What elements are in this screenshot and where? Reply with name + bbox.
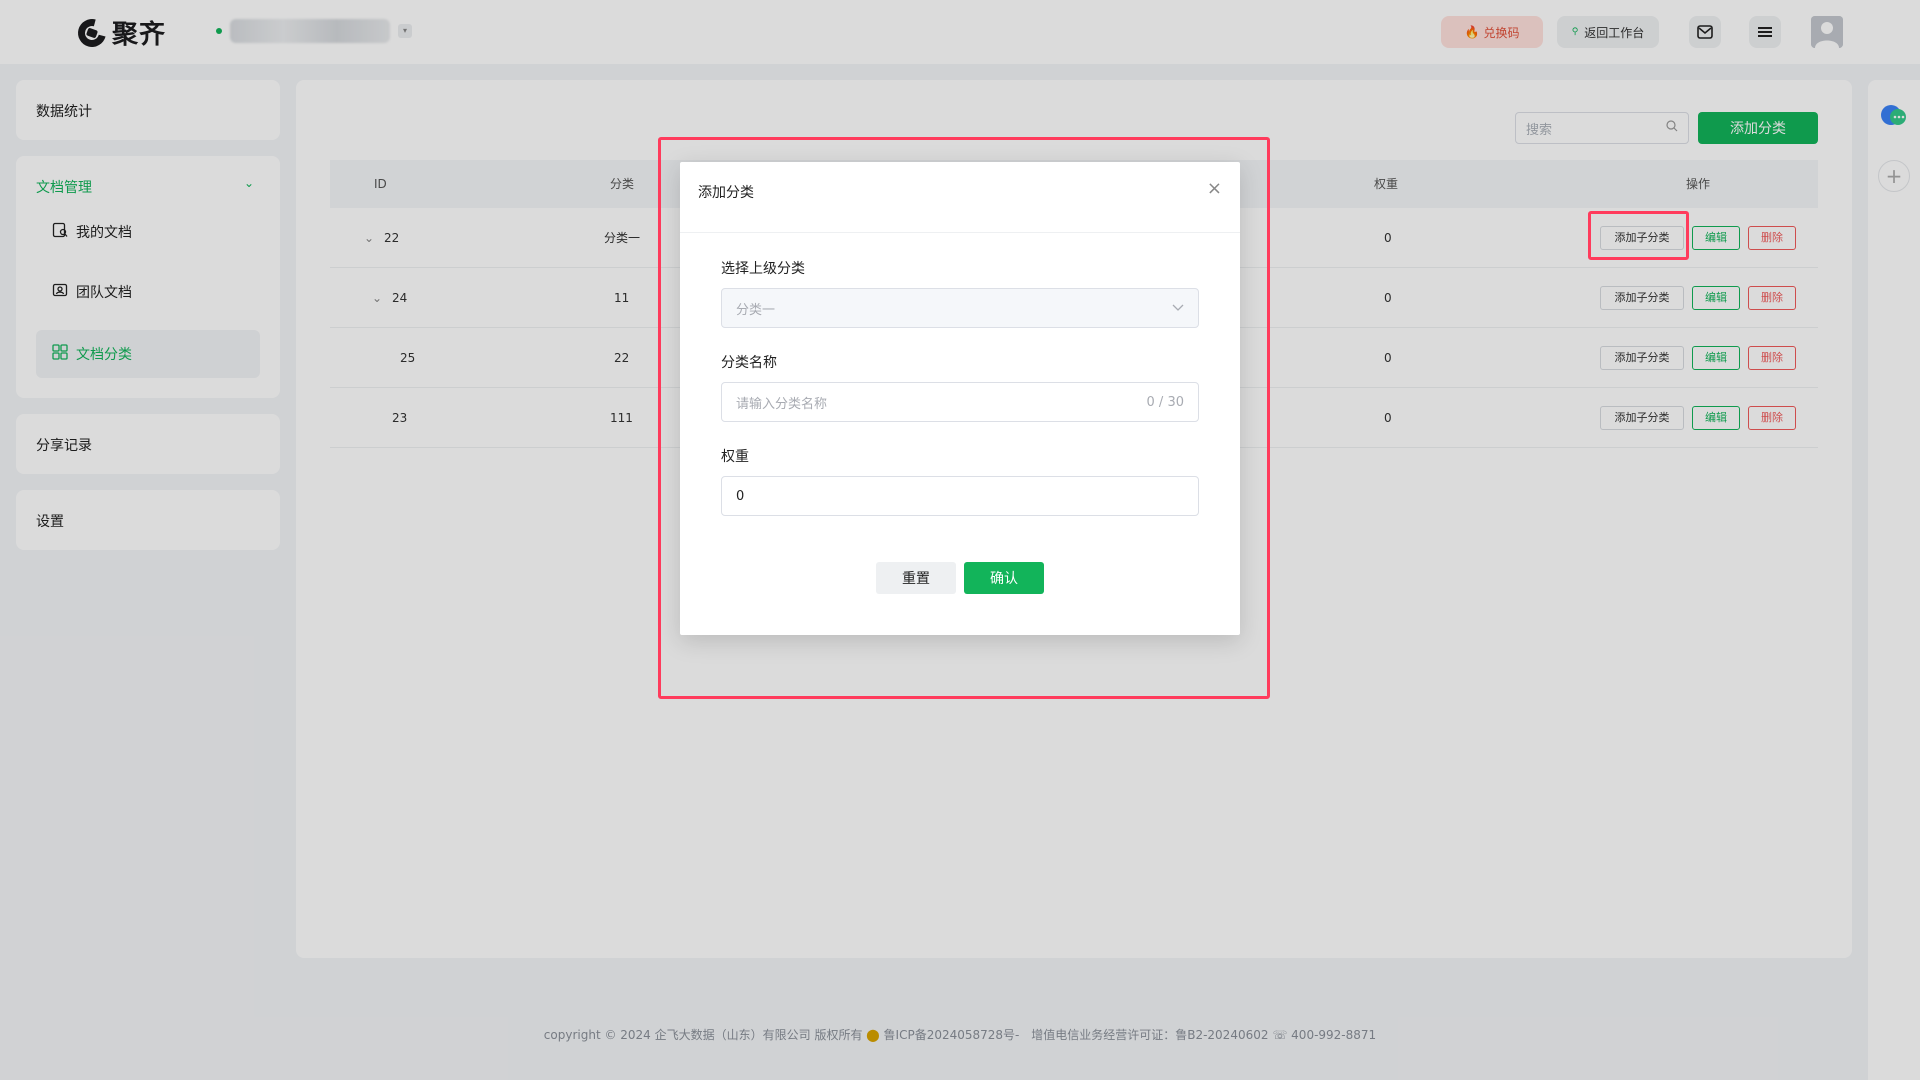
add-category-dialog: 添加分类 × 选择上级分类 分类一 分类名称 请输入分类名称 0 / 30 权重… [680,162,1240,635]
category-name-input[interactable]: 请输入分类名称 0 / 30 [721,382,1199,422]
parent-category-label: 选择上级分类 [721,261,805,277]
dialog-divider [680,232,1240,233]
close-icon[interactable]: × [1207,178,1222,199]
weight-value: 0 [736,488,745,504]
char-counter: 0 / 30 [1146,394,1184,410]
dialog-title: 添加分类 [698,185,754,201]
reset-button[interactable]: 重置 [876,562,956,594]
confirm-button[interactable]: 确认 [964,562,1044,594]
weight-input[interactable]: 0 [721,476,1199,516]
chevron-down-icon [1172,301,1184,316]
category-name-label: 分类名称 [721,355,777,371]
parent-category-value: 分类一 [736,302,776,318]
parent-category-select[interactable]: 分类一 [721,288,1199,328]
category-name-placeholder: 请输入分类名称 [736,396,828,412]
highlight-box-add-sub [1588,211,1689,260]
weight-label: 权重 [721,449,749,465]
